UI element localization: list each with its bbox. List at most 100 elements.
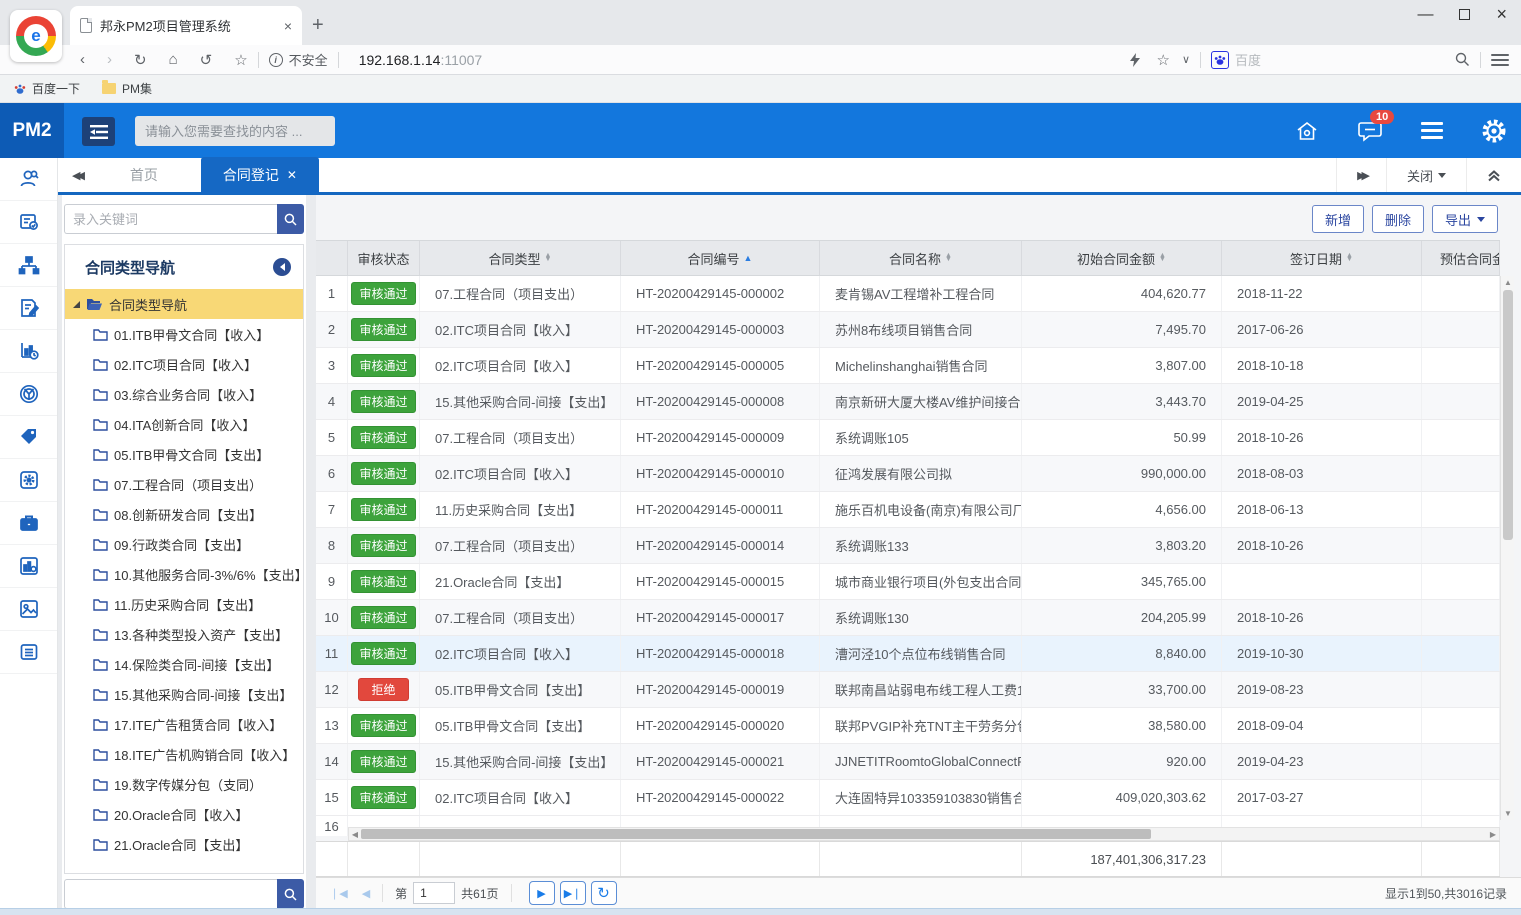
browser-menu-icon[interactable]: [1491, 54, 1509, 66]
first-page-icon[interactable]: ❘◀: [330, 887, 348, 900]
bookmark-baidu[interactable]: 百度一下: [14, 80, 80, 97]
rail-tag-icon[interactable]: [0, 416, 57, 459]
tree-item[interactable]: 15.其他采购合同-间接【支出】: [65, 679, 303, 709]
rail-document-edit-icon[interactable]: [0, 287, 57, 330]
reload-icon[interactable]: ↻: [134, 51, 147, 69]
back-icon[interactable]: ‹: [80, 51, 85, 68]
rail-approval-icon[interactable]: [0, 201, 57, 244]
tree-item[interactable]: 11.历史采购合同【支出】: [65, 589, 303, 619]
table-row[interactable]: 7审核通过11.历史采购合同【支出】HT-20200429145-000011施…: [316, 492, 1500, 528]
rail-monitor-chart-icon[interactable]: [0, 545, 57, 588]
table-row[interactable]: 5审核通过07.工程合同（项目支出）HT-20200429145-000009系…: [316, 420, 1500, 456]
vertical-scrollbar[interactable]: ▲ ▼: [1500, 276, 1514, 820]
table-row[interactable]: 11审核通过02.ITC项目合同【收入】HT-20200429145-00001…: [316, 636, 1500, 672]
table-row[interactable]: 8审核通过07.工程合同（项目支出）HT-20200429145-000014系…: [316, 528, 1500, 564]
close-tabs-dropdown[interactable]: 关闭: [1386, 158, 1466, 192]
tab-close-icon[interactable]: ✕: [287, 168, 297, 182]
table-row[interactable]: 3审核通过02.ITC项目合同【收入】HT-20200429145-000005…: [316, 348, 1500, 384]
collapse-up-icon[interactable]: [1466, 158, 1521, 192]
col-estimate[interactable]: 预估合同金额: [1422, 241, 1500, 275]
tree-item[interactable]: 14.保险类合同-间接【支出】: [65, 649, 303, 679]
rail-globe-icon[interactable]: [0, 373, 57, 416]
tree-search-input[interactable]: [64, 204, 277, 234]
tab-close-icon[interactable]: ×: [284, 18, 292, 34]
tree-search-button[interactable]: [277, 204, 304, 234]
tree-item[interactable]: 04.ITA创新合同【收入】: [65, 409, 303, 439]
rail-image-box-icon[interactable]: [0, 588, 57, 631]
bookmark-folder-pm[interactable]: PM集: [102, 80, 152, 97]
panel-collapse-icon[interactable]: [273, 258, 291, 276]
tabs-scroll-left-icon[interactable]: ◀◀: [72, 169, 81, 182]
url-text[interactable]: 192.168.1.14:11007: [359, 52, 483, 68]
table-row[interactable]: 13审核通过05.ITB甲骨文合同【支出】HT-20200429145-0000…: [316, 708, 1500, 744]
scroll-down-arrow-icon[interactable]: ▼: [1501, 809, 1515, 818]
browser-tab[interactable]: 邦永PM2项目管理系统 ×: [70, 6, 302, 45]
scrollbar-thumb[interactable]: [361, 829, 1151, 839]
rail-briefcase-icon[interactable]: [0, 502, 57, 545]
scroll-right-arrow-icon[interactable]: ▶: [1487, 830, 1499, 839]
chevron-down-icon[interactable]: ∨: [1182, 53, 1190, 66]
star-icon[interactable]: ☆: [1156, 51, 1169, 69]
tree-filter-input[interactable]: [64, 879, 277, 909]
tree-item[interactable]: 13.各种类型投入资产【支出】: [65, 619, 303, 649]
col-code[interactable]: 合同编号▲: [621, 241, 820, 275]
add-button[interactable]: 新增: [1312, 205, 1364, 233]
tree-item[interactable]: 09.行政类合同【支出】: [65, 529, 303, 559]
tree-root-node[interactable]: 合同类型导航: [65, 289, 303, 319]
messages-icon[interactable]: 10: [1357, 119, 1383, 143]
table-row[interactable]: 10审核通过07.工程合同（项目支出）HT-20200429145-000017…: [316, 600, 1500, 636]
home-portal-icon[interactable]: [1295, 119, 1319, 143]
table-row[interactable]: 15审核通过02.ITC项目合同【收入】HT-20200429145-00002…: [316, 780, 1500, 816]
tree-item[interactable]: 21.Oracle合同【支出】: [65, 829, 303, 859]
rail-user-icon[interactable]: [0, 158, 57, 201]
favorite-icon[interactable]: ☆: [234, 51, 247, 69]
tree-item[interactable]: 01.ITB甲骨文合同【收入】: [65, 319, 303, 349]
flash-icon[interactable]: [1130, 53, 1140, 67]
tree-item[interactable]: 03.综合业务合同【收入】: [65, 379, 303, 409]
col-type[interactable]: 合同类型▲▼: [420, 241, 621, 275]
col-date[interactable]: 签订日期▲▼: [1222, 241, 1422, 275]
export-button[interactable]: 导出: [1432, 205, 1498, 233]
baidu-search-placeholder[interactable]: 百度: [1235, 50, 1455, 69]
table-row[interactable]: 6审核通过02.ITC项目合同【收入】HT-20200429145-000010…: [316, 456, 1500, 492]
tree-item[interactable]: 07.工程合同（项目支出）: [65, 469, 303, 499]
apps-menu-icon[interactable]: [1421, 122, 1443, 139]
next-page-button[interactable]: ▶: [529, 881, 555, 905]
tree-expand-caret[interactable]: [73, 301, 80, 308]
tree-item[interactable]: 02.ITC项目合同【收入】: [65, 349, 303, 379]
rail-orgchart-icon[interactable]: [0, 244, 57, 287]
table-row[interactable]: 12拒绝05.ITB甲骨文合同【支出】HT-20200429145-000019…: [316, 672, 1500, 708]
table-row[interactable]: 2审核通过02.ITC项目合同【收入】HT-20200429145-000003…: [316, 312, 1500, 348]
site-info-icon[interactable]: i: [269, 53, 283, 67]
rail-list-icon[interactable]: [0, 631, 57, 674]
page-number-input[interactable]: [413, 882, 455, 904]
rail-report-clock-icon[interactable]: [0, 330, 57, 373]
tree-item[interactable]: 08.创新研发合同【支出】: [65, 499, 303, 529]
delete-button[interactable]: 删除: [1372, 205, 1424, 233]
global-search-input[interactable]: [135, 116, 335, 146]
restore-icon[interactable]: ↺: [200, 51, 213, 69]
table-row[interactable]: 1审核通过07.工程合同（项目支出）HT-20200429145-000002麦…: [316, 276, 1500, 312]
maximize-button[interactable]: [1459, 9, 1470, 20]
horizontal-scrollbar[interactable]: ◀ ▶: [348, 827, 1500, 841]
col-name[interactable]: 合同名称▲▼: [820, 241, 1022, 275]
tree-filter-button[interactable]: [277, 879, 304, 909]
last-page-button[interactable]: ▶❘: [560, 881, 586, 905]
table-row[interactable]: 4审核通过15.其他采购合同-间接【支出】HT-20200429145-0000…: [316, 384, 1500, 420]
rail-settings-box-icon[interactable]: [0, 459, 57, 502]
app-logo[interactable]: PM2: [0, 103, 64, 158]
col-status[interactable]: 审核状态: [348, 241, 420, 275]
forward-icon[interactable]: ›: [107, 51, 112, 68]
security-label[interactable]: 不安全: [289, 50, 328, 69]
close-button[interactable]: ×: [1496, 4, 1507, 25]
tree-item[interactable]: 17.ITE广告租赁合同【收入】: [65, 709, 303, 739]
col-amount[interactable]: 初始合同金额▲▼: [1022, 241, 1222, 275]
prev-page-icon[interactable]: ◀: [362, 887, 370, 900]
table-row[interactable]: 9审核通过21.Oracle合同【支出】HT-20200429145-00001…: [316, 564, 1500, 600]
table-row[interactable]: 14审核通过15.其他采购合同-间接【支出】HT-20200429145-000…: [316, 744, 1500, 780]
tab-home[interactable]: 首页: [99, 165, 189, 185]
tabs-scroll-right-icon[interactable]: ▶▶: [1336, 158, 1386, 192]
browser-logo[interactable]: e: [10, 10, 62, 62]
baidu-icon[interactable]: [1211, 51, 1229, 69]
search-icon[interactable]: [1455, 52, 1470, 67]
